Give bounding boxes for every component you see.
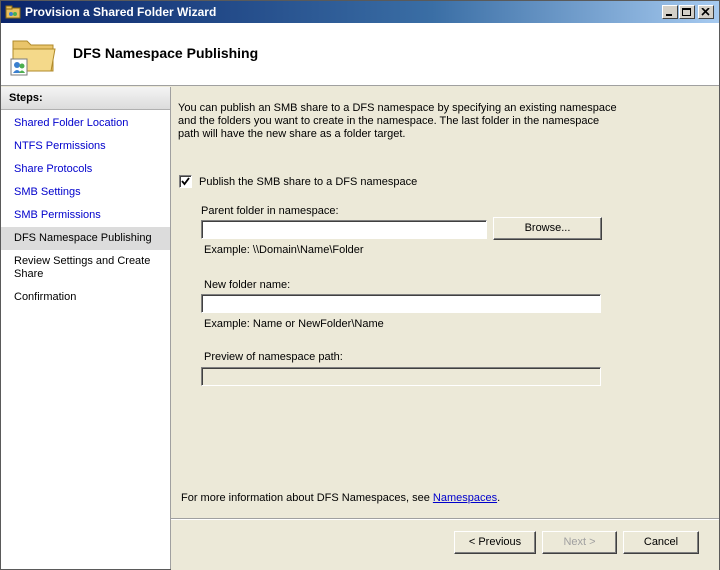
button-bar: < Previous Next > Cancel	[171, 519, 719, 570]
step-ntfs-permissions[interactable]: NTFS Permissions	[1, 140, 170, 153]
window-title: Provision a Shared Folder Wizard	[25, 5, 217, 19]
title-bar[interactable]: Provision a Shared Folder Wizard	[1, 1, 719, 23]
close-button[interactable]	[698, 5, 714, 19]
steps-header: Steps:	[1, 87, 170, 110]
parent-folder-label: Parent folder in namespace:	[201, 205, 339, 217]
previous-button[interactable]: < Previous	[454, 531, 536, 554]
maximize-button[interactable]	[679, 5, 695, 19]
step-share-protocols[interactable]: Share Protocols	[1, 163, 170, 176]
page-title: DFS Namespace Publishing	[73, 45, 259, 61]
steps-pane: Steps: Shared Folder Location NTFS Permi…	[1, 87, 171, 569]
step-dfs-namespace-publishing: DFS Namespace Publishing	[1, 227, 170, 250]
wizard-window: Provision a Shared Folder Wizard DFS Nam…	[0, 0, 720, 570]
preview-label: Preview of namespace path:	[204, 351, 343, 363]
steps-heading: Steps:	[9, 92, 43, 104]
more-info-prefix: For more information about DFS Namespace…	[181, 492, 433, 504]
step-shared-folder-location[interactable]: Shared Folder Location	[1, 117, 170, 130]
new-folder-label: New folder name:	[204, 279, 291, 291]
cancel-button[interactable]: Cancel	[623, 531, 699, 554]
publish-checkbox-label: Publish the SMB share to a DFS namespace	[199, 176, 418, 188]
browse-button[interactable]: Browse...	[493, 217, 602, 240]
new-folder-input[interactable]	[201, 294, 601, 313]
namespaces-link[interactable]: Namespaces	[433, 492, 497, 504]
parent-folder-input[interactable]	[201, 220, 487, 239]
wizard-app-icon	[5, 5, 21, 19]
publish-checkbox[interactable]	[179, 175, 192, 188]
shared-folder-icon	[10, 40, 56, 76]
more-info-text: For more information about DFS Namespace…	[181, 492, 500, 504]
close-icon	[701, 8, 710, 16]
minimize-icon	[666, 14, 672, 16]
checkmark-icon	[181, 177, 190, 186]
maximize-icon	[682, 8, 691, 16]
next-button[interactable]: Next >	[542, 531, 617, 554]
more-info-suffix: .	[497, 492, 501, 504]
page-description: You can publish an SMB share to a DFS na…	[178, 102, 617, 140]
step-review-settings: Review Settings and Create Share	[14, 255, 151, 280]
minimize-button[interactable]	[662, 5, 678, 19]
step-smb-settings[interactable]: SMB Settings	[1, 186, 170, 199]
new-folder-example: Example: Name or NewFolder\Name	[204, 318, 384, 330]
parent-folder-example: Example: \\Domain\Name\Folder	[204, 244, 364, 256]
step-confirmation: Confirmation	[14, 291, 77, 303]
main-panel: You can publish an SMB share to a DFS na…	[171, 87, 719, 519]
step-smb-permissions[interactable]: SMB Permissions	[1, 209, 170, 222]
wizard-header: DFS Namespace Publishing	[1, 23, 719, 86]
preview-namespace-path	[201, 367, 601, 386]
